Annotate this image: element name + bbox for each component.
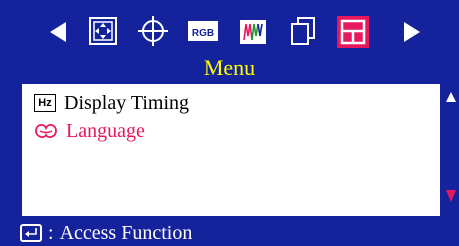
menu-item-language[interactable]: Language [34, 116, 145, 146]
rgb-icon-label: RGB [192, 28, 214, 39]
menu-item-label: Language [66, 119, 145, 142]
icon-toolbar: RGB [0, 10, 459, 54]
color-bars-icon[interactable] [234, 10, 272, 54]
scroll-up-icon[interactable] [446, 92, 456, 102]
osd-window: RGB Menu Hz Display Timing Language: Ac… [0, 0, 459, 246]
footer-label: Access Function [59, 221, 193, 244]
menu-item-label: Display Timing [64, 91, 190, 114]
hz-icon: Hz [34, 94, 56, 112]
enter-icon [20, 224, 42, 242]
copy-icon[interactable] [284, 10, 322, 54]
menu-title: Menu [203, 55, 256, 80]
position-icon[interactable] [84, 10, 122, 54]
scrollbar[interactable] [444, 84, 459, 216]
arrow-left-icon[interactable] [40, 10, 78, 54]
menu-icon[interactable] [334, 10, 372, 54]
scroll-down-icon[interactable] [446, 190, 456, 202]
footer-hint: : Access Function [20, 220, 192, 246]
language-icon [35, 124, 57, 138]
shape-icon[interactable] [134, 10, 172, 54]
rgb-icon[interactable]: RGB [184, 10, 222, 54]
menu-item-display-timing[interactable]: Hz Display Timing [34, 88, 189, 118]
arrow-right-icon[interactable] [394, 10, 432, 54]
footer-separator: : [48, 221, 54, 244]
menu-panel: Hz Display Timing Language [22, 84, 440, 216]
